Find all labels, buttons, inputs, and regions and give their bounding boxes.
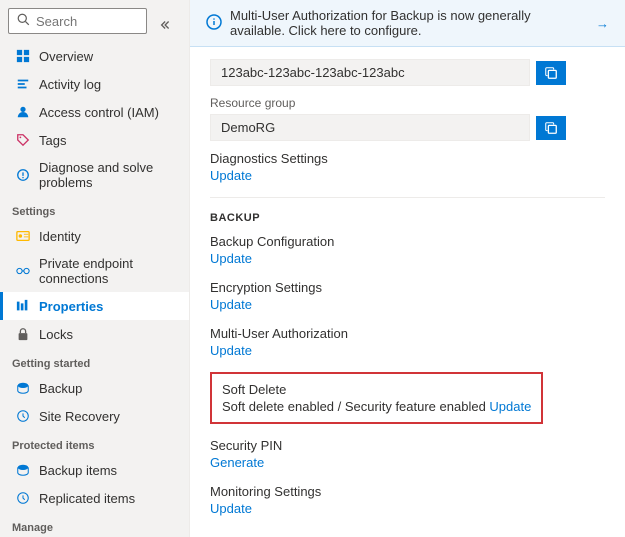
diagnostics-update-link[interactable]: Update (210, 168, 252, 183)
activity-log-label: Activity log (39, 77, 101, 92)
backup-label: Backup (39, 381, 82, 396)
soft-delete-box: Soft Delete Soft delete enabled / Securi… (210, 372, 543, 424)
backup-config-update-link[interactable]: Update (210, 251, 252, 266)
backup-items-icon (15, 462, 31, 478)
encryption-title: Encryption Settings (210, 280, 605, 295)
encryption-settings-item: Encryption Settings Update (210, 280, 605, 312)
access-control-label: Access control (IAM) (39, 105, 159, 120)
overview-label: Overview (39, 49, 93, 64)
sidebar-item-diagnose[interactable]: Diagnose and solve problems (0, 154, 189, 196)
encryption-update-link[interactable]: Update (210, 297, 252, 312)
replicated-items-icon (15, 490, 31, 506)
properties-label: Properties (39, 299, 103, 314)
mua-item: Multi-User Authorization Update (210, 326, 605, 358)
soft-delete-desc-text: Soft delete enabled / Security feature e… (222, 399, 486, 414)
backup-items-label: Backup items (39, 463, 117, 478)
sidebar: Overview Activity log Access control (IA… (0, 0, 190, 537)
sidebar-item-access-control[interactable]: Access control (IAM) (0, 98, 189, 126)
notification-bar[interactable]: Multi-User Authorization for Backup is n… (190, 0, 625, 47)
iam-icon (15, 104, 31, 120)
sidebar-header (0, 0, 189, 42)
resource-group-row: DemoRG (210, 114, 605, 141)
sidebar-item-overview[interactable]: Overview (0, 42, 189, 70)
security-pin-title: Security PIN (210, 438, 605, 453)
monitoring-title: Monitoring Settings (210, 484, 605, 499)
resource-group-value: DemoRG (210, 114, 530, 141)
site-recovery-label: Site Recovery (39, 409, 120, 424)
diagnose-icon (15, 167, 31, 183)
sidebar-item-identity[interactable]: Identity (0, 222, 189, 250)
sidebar-item-backup-items[interactable]: Backup items (0, 456, 189, 484)
sidebar-item-private-endpoint[interactable]: Private endpoint connections (0, 250, 189, 292)
sidebar-item-backup[interactable]: Backup (0, 374, 189, 402)
search-icon (17, 13, 30, 29)
sidebar-item-activity-log[interactable]: Activity log (0, 70, 189, 98)
backup-config-title: Backup Configuration (210, 234, 605, 249)
site-recovery-icon (15, 408, 31, 424)
sidebar-item-tags[interactable]: Tags (0, 126, 189, 154)
sidebar-item-properties[interactable]: Properties (0, 292, 189, 320)
sidebar-item-replicated-items[interactable]: Replicated items (0, 484, 189, 512)
overview-icon (15, 48, 31, 64)
diagnostics-settings-item: Diagnostics Settings Update (210, 151, 605, 183)
diagnostics-title: Diagnostics Settings (210, 151, 605, 166)
private-endpoint-label: Private endpoint connections (39, 256, 177, 286)
resource-group-label: Resource group (210, 96, 605, 110)
properties-icon (15, 298, 31, 314)
soft-delete-desc: Soft delete enabled / Security feature e… (222, 399, 531, 414)
manage-section-label: Manage (0, 512, 189, 537)
mua-title: Multi-User Authorization (210, 326, 605, 341)
tags-label: Tags (39, 133, 66, 148)
monitoring-update-link[interactable]: Update (210, 501, 252, 516)
notification-text: Multi-User Authorization for Backup is n… (230, 8, 588, 38)
vault-name-value: 123abc-123abc-123abc-123abc (210, 59, 530, 86)
notification-arrow-icon: → (596, 16, 609, 31)
properties-content: 123abc-123abc-123abc-123abc Resource gro… (190, 47, 625, 537)
diagnose-label: Diagnose and solve problems (39, 160, 177, 190)
replicated-items-label: Replicated items (39, 491, 135, 506)
info-icon (206, 14, 222, 33)
search-box[interactable] (8, 8, 147, 34)
endpoint-icon (15, 263, 31, 279)
monitoring-settings-item: Monitoring Settings Update (210, 484, 605, 516)
security-pin-generate-link[interactable]: Generate (210, 455, 264, 470)
main-content: Multi-User Authorization for Backup is n… (190, 0, 625, 537)
activity-log-icon (15, 76, 31, 92)
backup-divider (210, 197, 605, 198)
settings-section-label: Settings (0, 196, 189, 222)
locks-label: Locks (39, 327, 73, 342)
security-pin-item: Security PIN Generate (210, 438, 605, 470)
sidebar-item-locks[interactable]: Locks (0, 320, 189, 348)
vault-name-row: 123abc-123abc-123abc-123abc (210, 59, 605, 86)
soft-delete-update-link[interactable]: Update (489, 399, 531, 414)
soft-delete-title: Soft Delete (222, 382, 531, 397)
identity-label: Identity (39, 229, 81, 244)
backup-config-item: Backup Configuration Update (210, 234, 605, 266)
copy-resource-group-button[interactable] (536, 116, 566, 140)
protected-items-section-label: Protected items (0, 430, 189, 456)
tags-icon (15, 132, 31, 148)
search-input[interactable] (36, 14, 138, 29)
backup-icon (15, 380, 31, 396)
copy-vault-name-button[interactable] (536, 61, 566, 85)
getting-started-section-label: Getting started (0, 348, 189, 374)
collapse-sidebar-button[interactable] (155, 14, 177, 36)
mua-update-link[interactable]: Update (210, 343, 252, 358)
backup-section-title: BACKUP (210, 212, 605, 224)
sidebar-item-site-recovery[interactable]: Site Recovery (0, 402, 189, 430)
locks-icon (15, 326, 31, 342)
identity-icon (15, 228, 31, 244)
